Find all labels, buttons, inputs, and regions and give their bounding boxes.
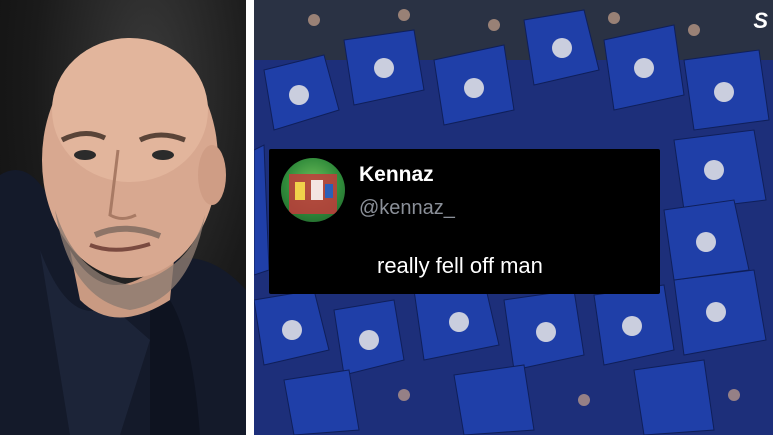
tweet-handle: @kennaz_	[359, 197, 455, 219]
panel-divider	[246, 0, 254, 435]
tweet-display-name: Kennaz	[359, 163, 434, 186]
tweet-card: Kennaz @kennaz_ really fell off man	[269, 149, 660, 294]
man-portrait-illustration	[0, 38, 246, 435]
tweet-text: really fell off man	[377, 253, 543, 278]
portrait-photo	[0, 0, 246, 435]
brand-logo: S	[753, 8, 768, 33]
avatar-image	[289, 174, 337, 214]
avatar	[281, 158, 345, 222]
